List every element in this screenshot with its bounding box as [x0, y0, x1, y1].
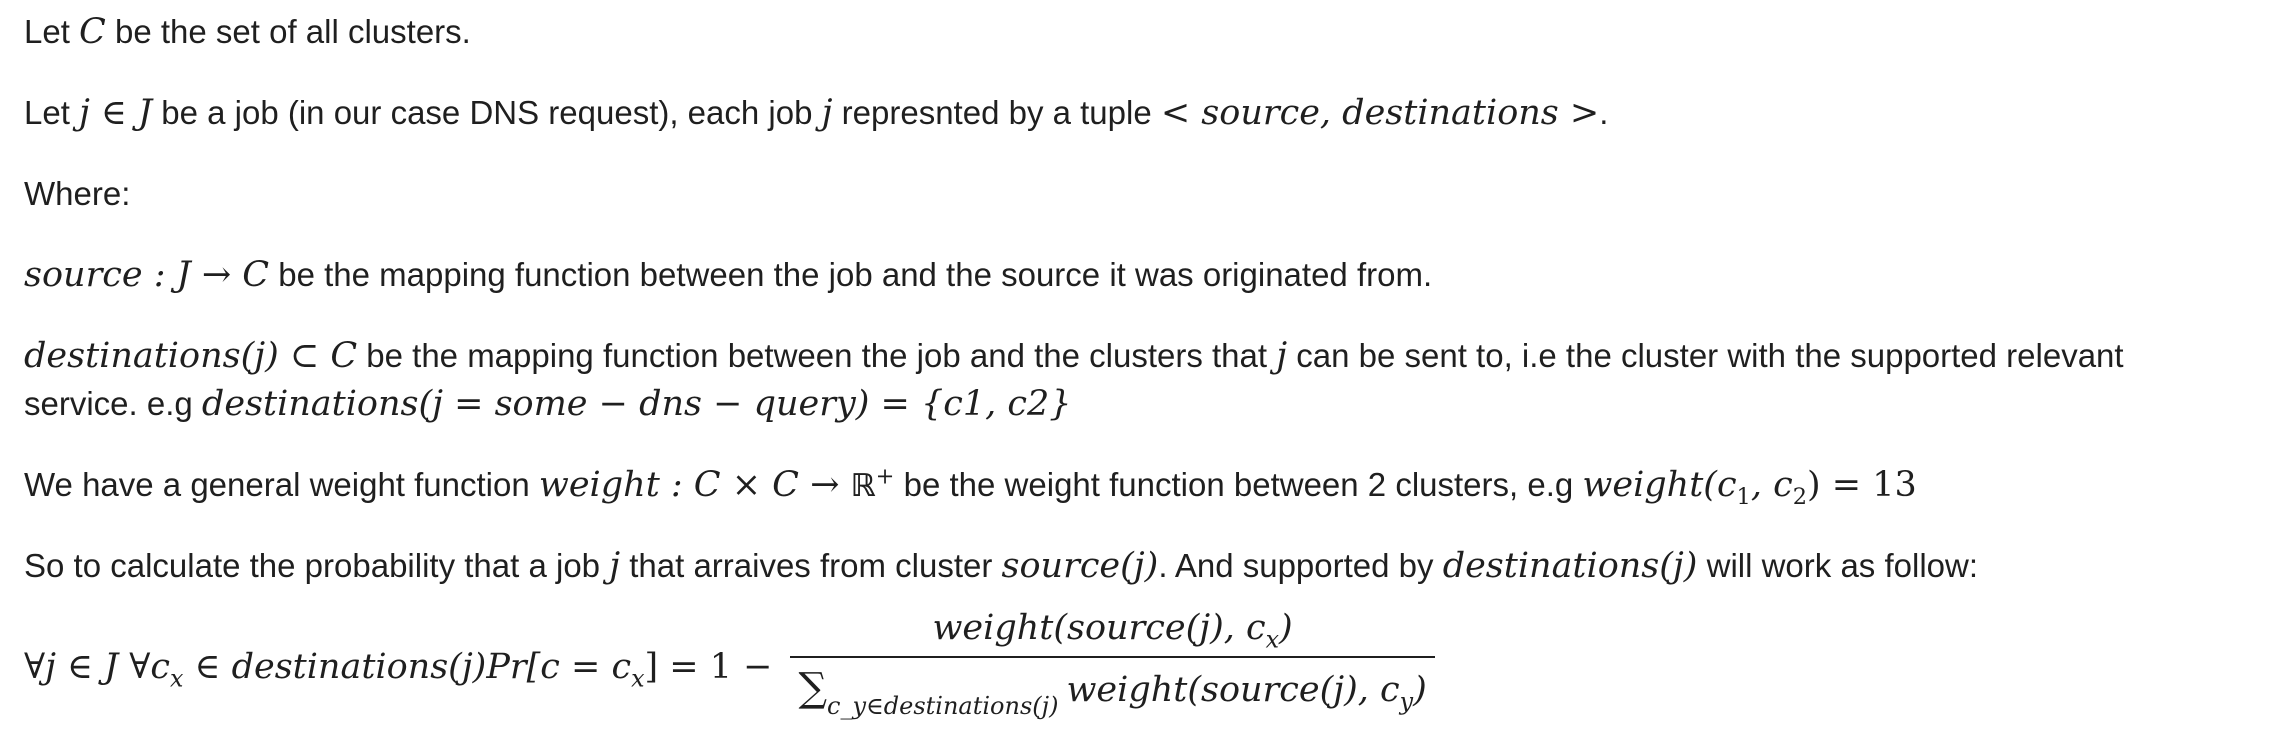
math-inline: ] = 1 − — [644, 647, 773, 687]
math-subscript: 2 — [1792, 483, 1807, 510]
paragraph-where: Where: — [24, 170, 130, 218]
text-run: represnted by a tuple — [832, 94, 1161, 131]
paragraph-weight-function: We have a general weight function weight… — [24, 461, 1917, 510]
text-run: be the mapping function between the job … — [357, 337, 1277, 374]
text-run: be the set of all clusters. — [105, 13, 471, 50]
math-subscript: x — [1265, 625, 1280, 654]
text-run: Let — [24, 13, 80, 50]
math-inline: destinations(j = some − dns − query) = {… — [201, 384, 1072, 424]
text-run: be a job (in our case DNS request), each… — [152, 94, 822, 131]
math-inline: source(j) — [1001, 546, 1159, 586]
math-inline: ∀j ∈ J ∀c — [24, 647, 171, 687]
fraction-numerator: weight(source(j), cx) — [924, 604, 1300, 656]
math-subscript: x — [170, 664, 184, 693]
math-inline: j — [1276, 336, 1288, 376]
text-run: service. e.g — [24, 385, 202, 422]
formula-lhs: ∀j ∈ J ∀cx ∈ destinations(j)Pr[c = cx] =… — [24, 643, 772, 691]
math-inline: weight(source(j), c — [1066, 669, 1400, 710]
math-inline: < source, destinations > — [1160, 93, 1600, 133]
paragraph-job-definition: Let j ∈ J be a job (in our case DNS requ… — [24, 89, 1608, 137]
math-inline: C — [79, 12, 106, 52]
fraction-denominator: ∑c_y∈destinations(j) weight(source(j), cy… — [790, 658, 1434, 730]
text-run: So to calculate the probability that a j… — [24, 547, 610, 584]
math-inline: destinations(j) ⊂ C — [24, 336, 358, 376]
text-run: can be sent to, i.e the cluster with the… — [1287, 337, 2124, 374]
math-subscript: 1 — [1736, 483, 1751, 510]
text-run: will work as follow: — [1697, 547, 1979, 584]
math-subscript: x — [631, 664, 645, 693]
math-inline: ∈ destinations(j)Pr[c = c — [183, 647, 632, 687]
math-inline: ) — [1413, 669, 1427, 710]
text-run: . And supported by — [1158, 547, 1443, 584]
math-inline: ) = 13 — [1806, 465, 1917, 505]
math-inline: weight(c — [1582, 465, 1737, 505]
math-inline: source : J → C — [24, 255, 270, 295]
math-inline: , c — [1750, 465, 1793, 505]
math-inline: j ∈ J — [79, 93, 153, 133]
math-inline: j — [609, 546, 621, 586]
paragraph-source-function: source : J → C be the mapping function b… — [24, 251, 1432, 299]
math-superscript: + — [875, 463, 895, 490]
paragraph-destinations-function-line2: service. e.g destinations(j = some − dns… — [24, 380, 1072, 428]
formula-row: ∀j ∈ J ∀cx ∈ destinations(j)Pr[c = cx] =… — [24, 608, 1435, 722]
text-run: Let — [24, 94, 80, 131]
summation-index: c_y∈destinations(j) — [827, 692, 1059, 721]
math-inline: weight(source(j), c — [932, 607, 1266, 648]
text-run: be the weight function between 2 cluster… — [894, 466, 1583, 503]
paragraph-clusters-definition: Let C be the set of all clusters. — [24, 8, 471, 56]
math-inline: ) — [1279, 607, 1293, 648]
math-inline: weight : C × C → — [538, 465, 851, 505]
text-run: We have a general weight function — [24, 466, 539, 503]
math-inline: destinations(j) — [1442, 546, 1698, 586]
text-run: Where: — [24, 175, 131, 212]
summation-symbol: ∑ — [798, 664, 827, 711]
paragraph-probability-intro: So to calculate the probability that a j… — [24, 542, 1978, 590]
text-run: . — [1599, 94, 1609, 131]
text-run: be the mapping function between the job … — [269, 256, 1433, 293]
math-subscript: y — [1399, 687, 1414, 716]
text-run: that arraives from cluster — [620, 547, 1002, 584]
math-reals-symbol: ℝ — [850, 468, 876, 504]
formula-fraction: weight(source(j), cx) ∑c_y∈destinations(… — [790, 604, 1435, 730]
paragraph-destinations-function-line1: destinations(j) ⊂ C be the mapping funct… — [24, 332, 2124, 380]
math-inline: j — [821, 93, 833, 133]
